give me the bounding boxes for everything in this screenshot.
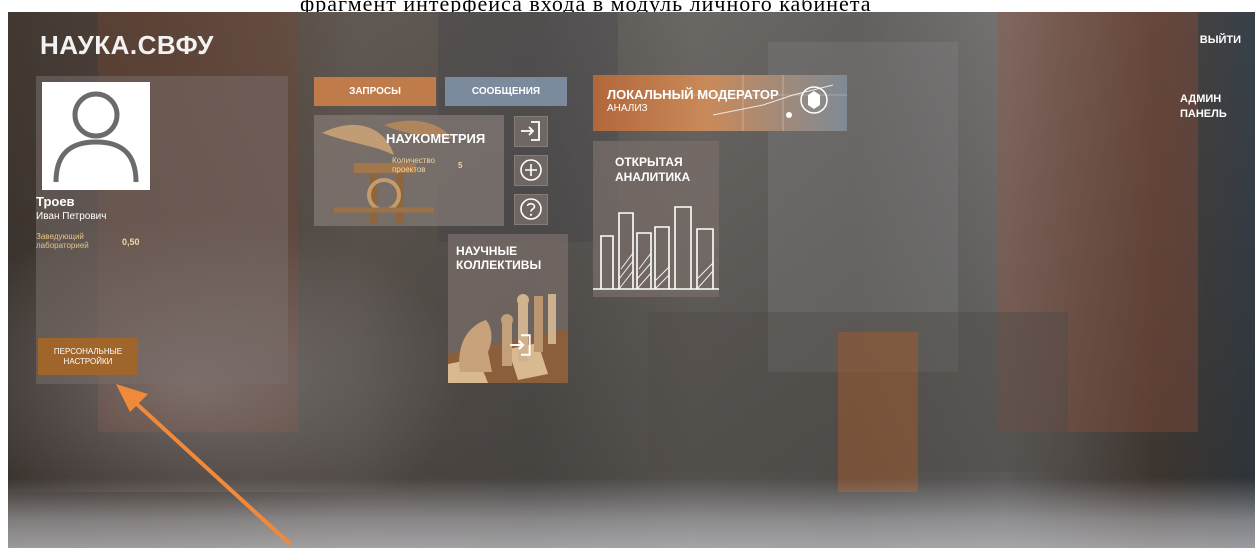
profile-card: Троев Иван Петрович Заведующий лаборатор… — [36, 76, 288, 384]
enter-button[interactable] — [514, 116, 548, 147]
help-button[interactable] — [514, 194, 548, 225]
local-moderator-subtitle: АНАЛИЗ — [607, 103, 648, 114]
document-text-strip: фрагмент интерфейса входа в модуль лично… — [0, 0, 1255, 12]
local-moderator-tile[interactable]: ЛОКАЛЬНЫЙ МОДЕРАТОР АНАЛИЗ — [593, 75, 847, 131]
collectives-title-line1: НАУЧНЫЕ — [456, 244, 518, 258]
user-given-names: Иван Петрович — [36, 211, 107, 222]
hand-drawn-bars-illustration — [593, 206, 719, 290]
admin-label-line2: ПАНЕЛЬ — [1180, 108, 1227, 120]
site-logo[interactable]: НАУКА.СВФУ — [40, 30, 214, 61]
help-circle-icon — [520, 198, 542, 220]
admin-label-line1: АДМИН — [1180, 93, 1222, 105]
tab-requests[interactable]: ЗАПРОСЫ — [314, 77, 436, 106]
enter-icon — [521, 121, 540, 141]
scientific-collectives-title: НАУЧНЫЕ КОЛЛЕКТИВЫ — [456, 244, 541, 272]
add-button[interactable] — [514, 155, 548, 186]
user-avatar-icon — [42, 82, 150, 190]
scientific-collectives-tile[interactable]: НАУЧНЫЕ КОЛЛЕКТИВЫ — [448, 234, 568, 383]
annotation-arrow — [116, 384, 292, 546]
add-circle-icon — [520, 159, 542, 181]
naukometriya-title: НАУКОМЕТРИЯ — [386, 131, 486, 146]
open-analytics-tile[interactable]: ОТКРЫТАЯ АНАЛИТИКА — [593, 141, 719, 297]
document-text: фрагмент интерфейса входа в модуль лично… — [300, 0, 871, 12]
user-rate: 0,50 — [122, 237, 140, 247]
enter-icon — [510, 334, 531, 356]
projects-count-label: Количество проектов — [392, 156, 435, 174]
admin-panel-link[interactable]: АДМИН ПАНЕЛЬ — [1180, 92, 1227, 122]
tab-messages[interactable]: СООБЩЕНИЯ — [445, 77, 567, 106]
logout-link[interactable]: ВЫЙТИ — [1200, 34, 1241, 46]
naukometriya-tile[interactable]: НАУКОМЕТРИЯ Количество проектов 5 — [314, 115, 504, 226]
user-surname: Троев — [36, 194, 75, 209]
user-position: Заведующий лабораторией — [36, 232, 89, 250]
projects-count: 5 — [458, 161, 463, 170]
collectives-title-line2: КОЛЛЕКТИВЫ — [456, 258, 542, 272]
personal-settings-button[interactable]: ПЕРСОНАЛЬНЫЕ НАСТРОЙКИ — [38, 338, 138, 375]
local-moderator-title: ЛОКАЛЬНЫЙ МОДЕРАТОР — [607, 87, 779, 102]
background-building — [838, 332, 918, 492]
